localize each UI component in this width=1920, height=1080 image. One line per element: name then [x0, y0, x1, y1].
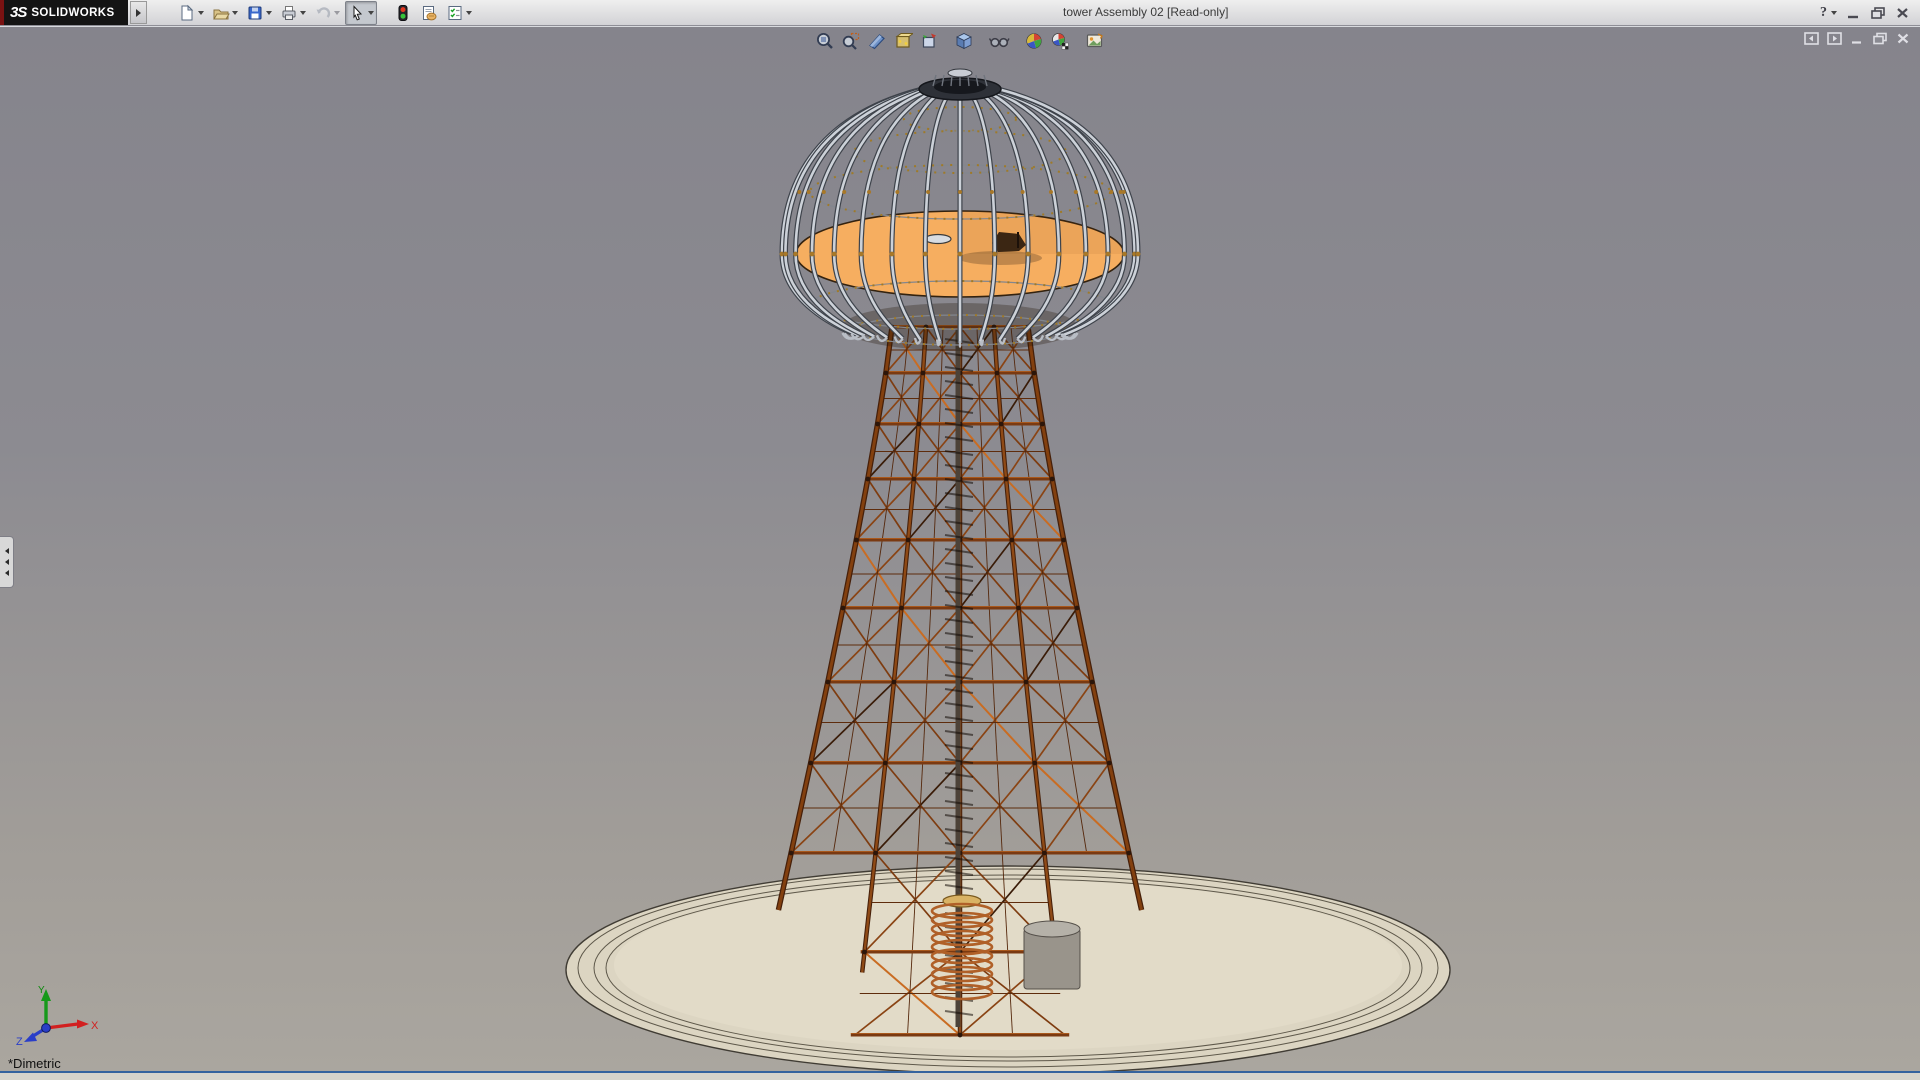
save-dropdown-arrow[interactable] — [266, 10, 272, 15]
options-dropdown-arrow[interactable] — [466, 10, 472, 15]
close-button[interactable] — [1895, 6, 1910, 20]
next-window-icon — [1827, 32, 1842, 45]
print-dropdown-arrow[interactable] — [300, 10, 306, 15]
view-orientation-button[interactable] — [890, 29, 916, 53]
section-view-icon — [869, 34, 885, 50]
zoom-to-area-icon — [842, 32, 860, 50]
close-icon — [1897, 7, 1908, 18]
solidworks-logo-text: SOLIDWORKS — [31, 6, 115, 19]
close-document-icon — [1897, 33, 1909, 44]
expand-panel-arrow-icon — [4, 548, 9, 554]
zoom-to-area-button[interactable] — [838, 29, 864, 53]
select-dropdown-arrow[interactable] — [368, 10, 374, 15]
previous-window-icon — [1804, 32, 1819, 45]
save-button[interactable] — [243, 1, 275, 25]
solidworks-logo: 3S SOLIDWORKS — [0, 0, 128, 25]
headsup-view-toolbar — [812, 29, 1108, 53]
window-edge-accent — [0, 0, 4, 25]
file-properties-button[interactable] — [417, 1, 441, 25]
options-icon — [448, 5, 462, 20]
feature-manager-collapsed-tab[interactable] — [0, 536, 14, 588]
window-controls: ? — [1820, 0, 1910, 25]
window-title: tower Assembly 02 [Read-only] — [1063, 5, 1229, 19]
restore-document-icon — [1873, 32, 1887, 45]
triad-x-label: X — [91, 1020, 99, 1032]
shaded-with-edges-button[interactable] — [951, 29, 977, 53]
undo-icon — [316, 6, 331, 18]
document-window-controls — [1804, 32, 1910, 45]
next-window-button[interactable] — [1827, 32, 1842, 45]
rebuild-button[interactable] — [391, 1, 415, 25]
help-button[interactable]: ? — [1820, 5, 1837, 21]
previous-window-button[interactable] — [1804, 32, 1819, 45]
flyout-arrow-icon — [136, 8, 141, 17]
view-orientation-icon — [895, 33, 913, 48]
rebuild-traffic-light-icon — [398, 4, 408, 21]
new-dropdown-arrow[interactable] — [198, 10, 204, 15]
ds-logo-mark: 3S — [10, 4, 27, 21]
minimize-document-button[interactable] — [1850, 32, 1864, 45]
restore-document-button[interactable] — [1872, 32, 1888, 45]
minimize-icon — [1848, 15, 1858, 18]
menu-flyout-button[interactable] — [130, 1, 147, 24]
new-button[interactable] — [175, 1, 207, 25]
print-button[interactable] — [277, 1, 309, 25]
apply-scene-icon — [1052, 33, 1069, 50]
edit-appearance-button[interactable] — [1021, 29, 1047, 53]
help-dropdown-arrow — [1831, 10, 1837, 15]
reference-triad: Y X Z — [16, 985, 99, 1046]
expand-panel-arrow-icon — [4, 559, 9, 565]
apply-scene-button[interactable] — [1047, 29, 1073, 53]
open-dropdown-arrow[interactable] — [232, 10, 238, 15]
expand-panel-arrow-icon — [4, 570, 9, 576]
zoom-to-fit-button[interactable] — [812, 29, 838, 53]
help-icon: ? — [1820, 4, 1827, 20]
view-settings-icon — [1086, 33, 1103, 48]
restore-icon — [1871, 6, 1885, 19]
new-document-icon — [181, 4, 194, 20]
file-properties-icon — [423, 5, 437, 20]
appearance-sphere-icon — [1026, 33, 1042, 49]
undo-dropdown-arrow[interactable] — [334, 10, 340, 15]
open-icon — [213, 9, 230, 19]
zoom-to-fit-icon — [817, 33, 833, 49]
triad-z-label: Z — [16, 1036, 23, 1046]
print-icon — [282, 5, 296, 20]
graphics-area[interactable]: Y X Z *Dimetric — [0, 26, 1920, 1074]
restore-button[interactable] — [1870, 6, 1886, 20]
open-button[interactable] — [209, 1, 241, 25]
standard-toolbar — [175, 0, 475, 25]
hide-show-items-button[interactable] — [986, 29, 1012, 53]
eyeglasses-icon — [988, 37, 1010, 48]
titlebar: 3S SOLIDWORKS tower Assembly 02 [Read-on… — [0, 0, 1920, 26]
options-button[interactable] — [443, 1, 475, 25]
shaded-cube-icon — [956, 33, 972, 50]
tower-assembly-3d-model — [565, 68, 1451, 1074]
close-document-button[interactable] — [1896, 32, 1910, 45]
section-view-button[interactable] — [864, 29, 890, 53]
save-icon — [248, 6, 262, 19]
select-cursor-icon — [353, 4, 363, 21]
minimize-button[interactable] — [1846, 6, 1861, 20]
view-settings-button[interactable] — [1082, 29, 1108, 53]
minimize-document-icon — [1852, 41, 1861, 44]
display-style-button[interactable] — [916, 29, 942, 53]
display-style-icon — [922, 33, 936, 48]
statusbar — [0, 1071, 1920, 1080]
view-orientation-label: *Dimetric — [8, 1056, 61, 1071]
select-button[interactable] — [345, 0, 377, 25]
undo-button[interactable] — [311, 1, 343, 25]
